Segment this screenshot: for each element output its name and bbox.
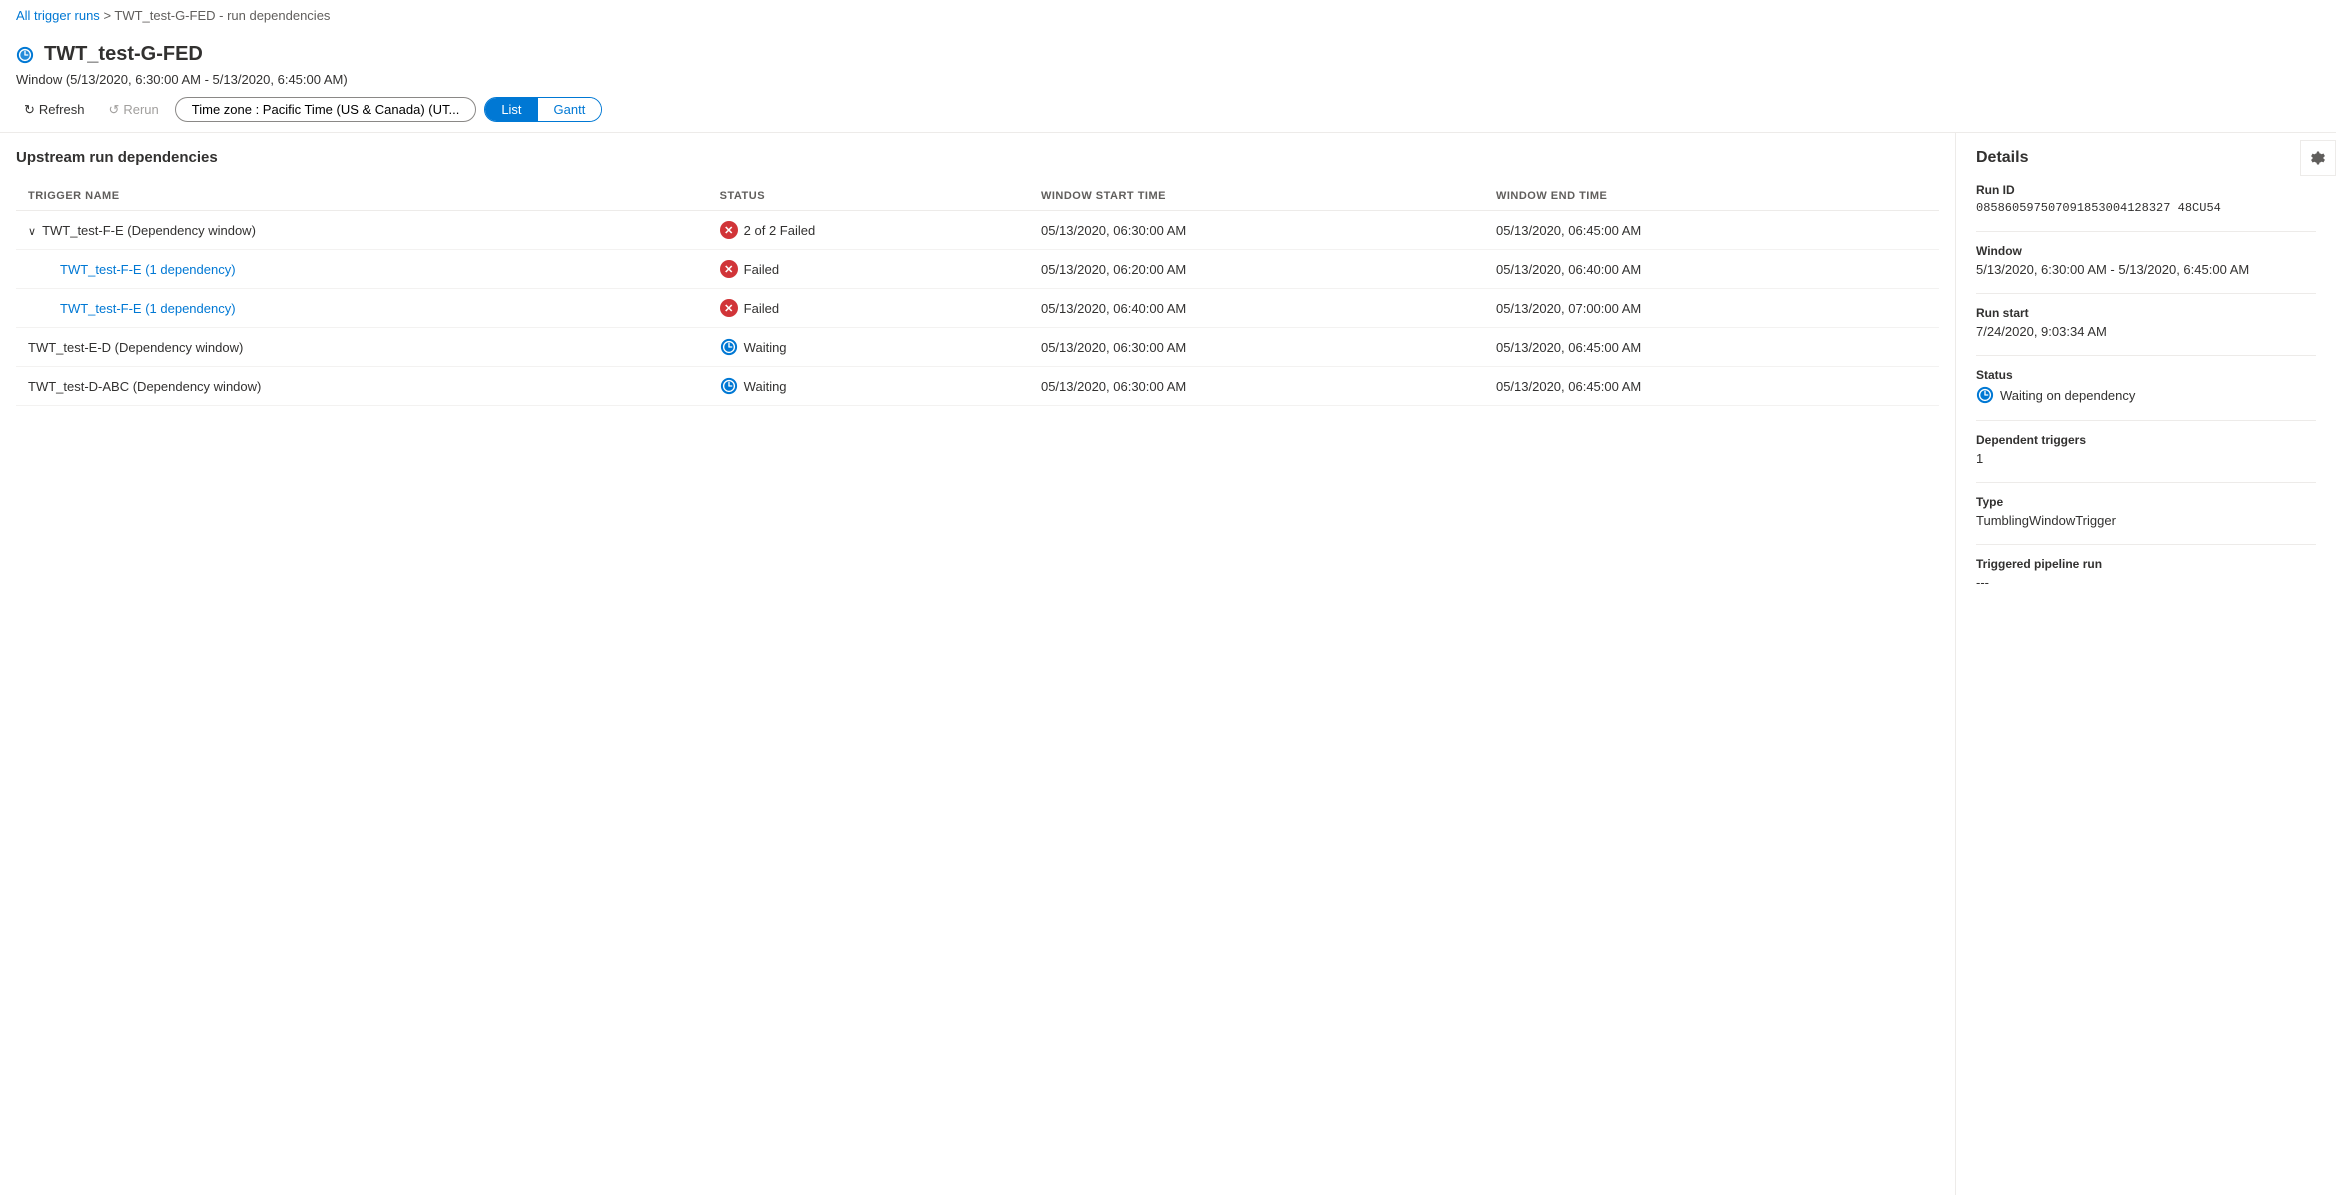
window-end-cell: 05/13/2020, 06:45:00 AM [1484, 211, 1939, 250]
window-label: Window [1976, 244, 2316, 258]
status-text: Waiting [744, 379, 787, 394]
window-value: 5/13/2020, 6:30:00 AM - 5/13/2020, 6:45:… [1976, 262, 2316, 277]
trigger-status-icon [16, 46, 34, 64]
col-status: STATUS [708, 182, 1029, 211]
triggered-pipeline-label: Triggered pipeline run [1976, 557, 2316, 571]
window-start-cell: 05/13/2020, 06:30:00 AM [1029, 367, 1484, 406]
table-row: ∨ TWT_test-F-E (Dependency window) ✕ 2 of 2… [16, 211, 1939, 250]
rerun-icon: ↺ [108, 102, 119, 118]
trigger-name-link[interactable]: TWT_test-F-E (1 dependency) [60, 301, 236, 316]
trigger-name-cell: TWT_test-D-ABC (Dependency window) [16, 367, 708, 406]
details-title: Details [1976, 149, 2316, 167]
breadcrumb-current: TWT_test-G-FED - run dependencies [114, 8, 330, 23]
failed-icon: ✕ [720, 299, 738, 317]
status-label: Status [1976, 368, 2316, 382]
refresh-button[interactable]: ↻ Refresh [16, 98, 92, 122]
window-start-cell: 05/13/2020, 06:30:00 AM [1029, 211, 1484, 250]
window-start-cell: 05/13/2020, 06:30:00 AM [1029, 328, 1484, 367]
type-label: Type [1976, 495, 2316, 509]
status-value: Waiting on dependency [1976, 386, 2316, 404]
table-row: TWT_test-F-E (1 dependency) ✕ Failed 05/13/… [16, 289, 1939, 328]
type-value: TumblingWindowTrigger [1976, 513, 2316, 528]
status-text: Failed [744, 301, 779, 316]
run-start-section: Run start 7/24/2020, 9:03:34 AM [1976, 306, 2316, 339]
rerun-button[interactable]: ↺ Rerun [100, 98, 166, 122]
trigger-name-text: TWT_test-E-D (Dependency window) [28, 340, 243, 355]
breadcrumb-all-runs[interactable]: All trigger runs [16, 8, 100, 23]
trigger-name-cell: TWT_test-E-D (Dependency window) [16, 328, 708, 367]
window-label: Window (5/13/2020, 6:30:00 AM - 5/13/202… [16, 72, 2320, 87]
table-header-row: TRIGGER NAME STATUS WINDOW START TIME WI… [16, 182, 1939, 211]
section-title: Upstream run dependencies [16, 149, 1939, 166]
timezone-button[interactable]: Time zone : Pacific Time (US & Canada) (… [175, 97, 477, 122]
status-cell: Waiting [708, 328, 1029, 367]
trigger-name-cell: TWT_test-F-E (1 dependency) [16, 289, 708, 328]
status-text: Failed [744, 262, 779, 277]
table-row: TWT_test-E-D (Dependency window) Waiting… [16, 328, 1939, 367]
view-toggle: List Gantt [484, 97, 602, 122]
failed-icon: ✕ [720, 221, 738, 239]
content-area: Upstream run dependencies TRIGGER NAME S… [0, 133, 1956, 1195]
gantt-view-button[interactable]: Gantt [538, 98, 602, 121]
chevron-icon: ∨ [28, 226, 36, 238]
run-id-section: Run ID 085860597507091853004128327 48CU5… [1976, 183, 2316, 215]
trigger-name-link[interactable]: TWT_test-F-E (1 dependency) [60, 262, 236, 277]
col-window-end: WINDOW END TIME [1484, 182, 1939, 211]
status-text: Waiting [744, 340, 787, 355]
refresh-icon: ↻ [24, 102, 35, 118]
triggered-pipeline-section: Triggered pipeline run --- [1976, 557, 2316, 590]
status-waiting-icon [1976, 386, 1994, 404]
trigger-name-cell: ∨ TWT_test-F-E (Dependency window) [16, 211, 708, 250]
type-section: Type TumblingWindowTrigger [1976, 495, 2316, 528]
trigger-name-text: TWT_test-F-E (Dependency window) [42, 223, 256, 238]
window-end-cell: 05/13/2020, 07:00:00 AM [1484, 289, 1939, 328]
window-end-cell: 05/13/2020, 06:45:00 AM [1484, 328, 1939, 367]
table-row: TWT_test-D-ABC (Dependency window) Waiti… [16, 367, 1939, 406]
col-trigger-name: TRIGGER NAME [16, 182, 708, 211]
window-end-cell: 05/13/2020, 06:40:00 AM [1484, 250, 1939, 289]
status-cell: Waiting [708, 367, 1029, 406]
status-section: Status Waiting on dependency [1976, 368, 2316, 404]
triggered-pipeline-value: --- [1976, 575, 2316, 590]
run-start-value: 7/24/2020, 9:03:34 AM [1976, 324, 2316, 339]
status-cell: ✕ Failed [708, 289, 1029, 328]
window-end-cell: 05/13/2020, 06:45:00 AM [1484, 367, 1939, 406]
table-row: TWT_test-F-E (1 dependency) ✕ Failed 05/13/… [16, 250, 1939, 289]
failed-icon: ✕ [720, 260, 738, 278]
status-text: 2 of 2 Failed [744, 223, 816, 238]
window-start-cell: 05/13/2020, 06:40:00 AM [1029, 289, 1484, 328]
status-cell: ✕ 2 of 2 Failed [708, 211, 1029, 250]
page-title: TWT_test-G-FED [44, 43, 203, 66]
waiting-icon [720, 338, 738, 356]
dependent-triggers-label: Dependent triggers [1976, 433, 2316, 447]
col-window-start: WINDOW START TIME [1029, 182, 1484, 211]
run-id-label: Run ID [1976, 183, 2316, 197]
main-layout: Upstream run dependencies TRIGGER NAME S… [0, 133, 2336, 1195]
dependent-triggers-value: 1 [1976, 451, 2316, 466]
breadcrumb-separator: > [103, 8, 114, 23]
run-id-value: 085860597507091853004128327 48CU54 [1976, 201, 2316, 215]
dependent-triggers-section: Dependent triggers 1 [1976, 433, 2316, 466]
status-cell: ✕ Failed [708, 250, 1029, 289]
toolbar: ↻ Refresh ↺ Rerun Time zone : Pacific Ti… [16, 97, 2320, 132]
details-panel: Details Run ID 0858605975070918530041283… [1956, 133, 2336, 1195]
rerun-label: Rerun [123, 102, 158, 117]
settings-icon[interactable] [2300, 140, 2336, 176]
page-header: TWT_test-G-FED Window (5/13/2020, 6:30:0… [0, 31, 2336, 133]
waiting-icon [720, 377, 738, 395]
status-text: Waiting on dependency [2000, 388, 2135, 403]
window-section: Window 5/13/2020, 6:30:00 AM - 5/13/2020… [1976, 244, 2316, 277]
trigger-name-text: TWT_test-D-ABC (Dependency window) [28, 379, 261, 394]
list-view-button[interactable]: List [485, 98, 537, 121]
run-start-label: Run start [1976, 306, 2316, 320]
window-start-cell: 05/13/2020, 06:20:00 AM [1029, 250, 1484, 289]
trigger-name-cell: TWT_test-F-E (1 dependency) [16, 250, 708, 289]
breadcrumb: All trigger runs > TWT_test-G-FED - run … [0, 0, 2336, 31]
refresh-label: Refresh [39, 102, 85, 117]
dependencies-table: TRIGGER NAME STATUS WINDOW START TIME WI… [16, 182, 1939, 406]
